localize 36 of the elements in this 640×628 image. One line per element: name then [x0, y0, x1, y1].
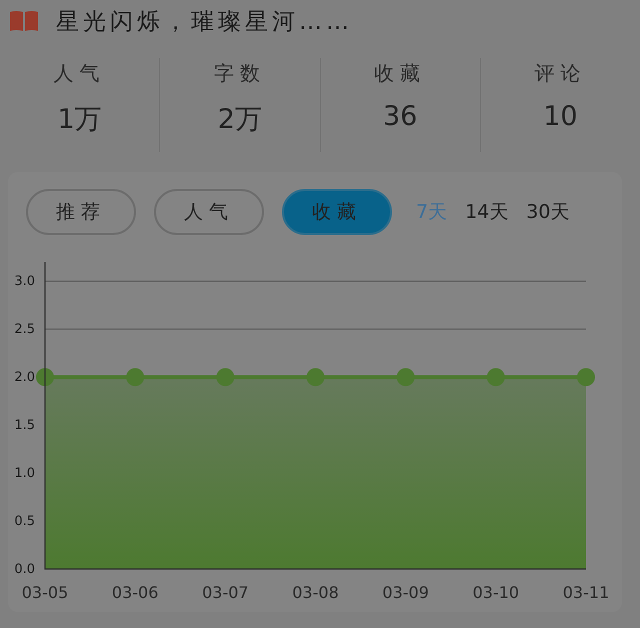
axis-tick-label: 0.5	[14, 514, 35, 530]
axis-tick-label: 03-08	[292, 583, 339, 602]
data-point	[36, 368, 54, 386]
axis-tick-label: 03-09	[382, 583, 429, 602]
axis-tick-label: 1.0	[14, 466, 35, 482]
stat-label: 收藏	[374, 60, 426, 87]
axis-tick-label: 3.0	[14, 274, 35, 290]
data-point	[486, 368, 505, 386]
data-point	[577, 368, 595, 386]
axis-tick-label: 2.0	[14, 370, 35, 386]
metric-tab[interactable]: 推荐	[26, 189, 136, 235]
metric-tab[interactable]: 人气	[154, 189, 264, 235]
stat-label: 人气	[54, 60, 106, 87]
stat-label: 字数	[214, 60, 266, 87]
book-icon	[8, 9, 40, 33]
data-point	[126, 368, 144, 386]
axis-tick-label: 03-10	[472, 583, 520, 602]
range-tab[interactable]: 14天	[465, 199, 508, 225]
axis-tick-label: 03-11	[562, 583, 610, 602]
metric-tab[interactable]: 收藏	[282, 189, 392, 235]
stat-value: 2万	[218, 103, 262, 137]
axis-tick-label: 2.5	[14, 322, 35, 338]
axis-tick-label: 03-05	[22, 583, 68, 602]
axis-tick-label: 0.0	[14, 562, 35, 577]
axis-tick-label: 03-07	[202, 583, 249, 602]
stat-value: 36	[382, 101, 418, 132]
data-point	[306, 368, 324, 386]
stat-value: 10	[543, 101, 578, 132]
range-tab[interactable]: 30天	[526, 199, 570, 225]
data-point	[216, 368, 234, 386]
axis-tick-label: 1.5	[14, 418, 35, 434]
stat-label: 评论	[534, 60, 586, 87]
stat-value: 1万	[58, 103, 102, 137]
data-point	[396, 368, 415, 386]
axis-tick-label: 03-06	[112, 583, 158, 602]
page-title: 星光闪烁，璀璨星河……	[56, 8, 353, 36]
